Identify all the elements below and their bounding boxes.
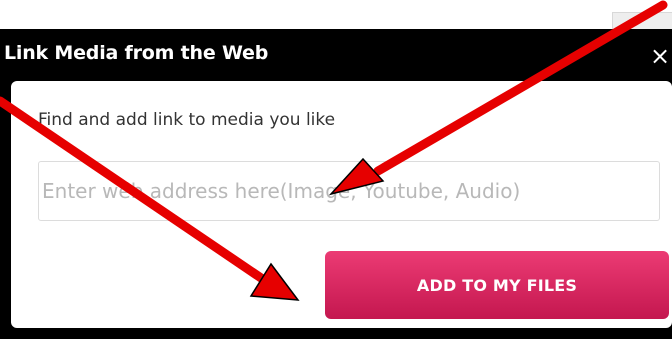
add-to-my-files-button[interactable]: ADD TO MY FILES [325, 251, 669, 319]
dialog-title: Link Media from the Web [4, 42, 269, 64]
web-address-input[interactable] [38, 161, 660, 221]
dialog-titlebar: Link Media from the Web × [0, 29, 672, 81]
link-media-dialog: Link Media from the Web × Find and add l… [0, 29, 672, 339]
instruction-text: Find and add link to media you like [38, 110, 336, 130]
close-icon[interactable]: × [650, 43, 672, 69]
dialog-content: Find and add link to media you like ADD … [11, 81, 672, 328]
